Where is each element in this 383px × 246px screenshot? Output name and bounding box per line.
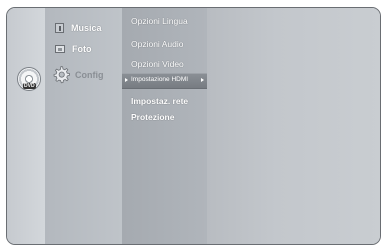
arrow-right-icon	[201, 78, 204, 82]
menu-item-config[interactable]: Config	[53, 65, 104, 85]
submenu-item-opzioni-video[interactable]: Opzioni Video	[131, 59, 184, 69]
submenu-item-impostaz-rete[interactable]: Impostaz. rete	[131, 96, 188, 106]
submenu-item-opzioni-audio[interactable]: Opzioni Audio	[131, 39, 183, 49]
submenu: Opzioni Lingua Opzioni Audio Opzioni Vid…	[122, 8, 208, 244]
submenu-item-impostazione-hdmi[interactable]: Impostazione HDMI	[122, 73, 207, 89]
menu-item-musica[interactable]: Musica	[55, 23, 102, 33]
menu-item-label: Musica	[71, 23, 102, 33]
tv-menu-screen: DVD Musica Foto Config Opzioni Lingua Op…	[6, 7, 381, 245]
menu-item-label: Config	[75, 70, 104, 80]
menu-item-label: Foto	[72, 44, 92, 54]
content-area	[207, 8, 380, 244]
dvd-badge: DVD	[23, 83, 36, 89]
submenu-item-label: Impostazione HDMI	[131, 76, 189, 83]
arrow-left-icon	[125, 78, 128, 82]
submenu-item-opzioni-lingua[interactable]: Opzioni Lingua	[131, 16, 188, 26]
submenu-item-protezione[interactable]: Protezione	[131, 112, 174, 122]
photo-icon	[55, 45, 65, 53]
music-icon	[55, 23, 64, 33]
disc-column: DVD	[7, 8, 46, 244]
gear-icon	[53, 66, 70, 84]
main-menu: Musica Foto Config	[45, 8, 123, 244]
menu-item-foto[interactable]: Foto	[55, 44, 92, 54]
